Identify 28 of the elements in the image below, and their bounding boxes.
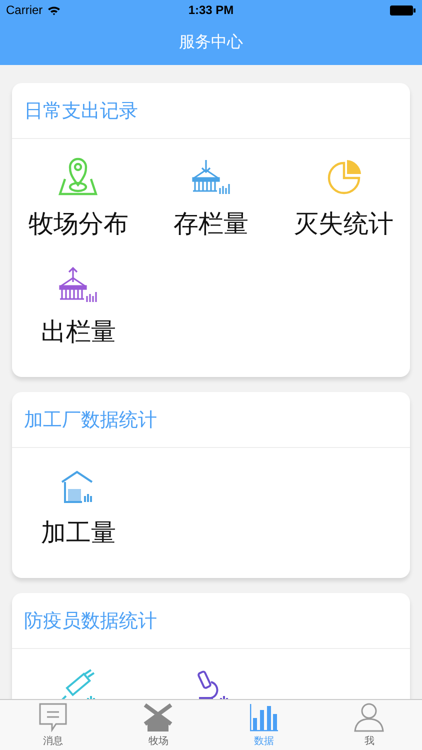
battery-icon	[390, 4, 416, 16]
item-label: 灭失统计	[294, 208, 394, 240]
tab[interactable]: 消息	[0, 700, 106, 750]
item-label: 存栏量	[173, 208, 248, 240]
menu-item[interactable]: 灭失统计	[277, 149, 410, 257]
menu-item[interactable]: 存栏量	[144, 149, 278, 257]
menu-item[interactable]: 出栏量	[12, 257, 145, 365]
bar-chart-icon	[248, 702, 279, 732]
item-label: 牧场分布	[28, 208, 128, 240]
windmill-icon	[143, 702, 174, 732]
tab[interactable]: 牧场	[106, 700, 211, 750]
item-label: 加工量	[40, 517, 116, 549]
clock-text: 1:33 PM	[188, 3, 234, 17]
pen-out-arrow-icon	[58, 265, 98, 305]
tab[interactable]: 我	[316, 700, 422, 750]
person-icon	[354, 702, 384, 732]
nav-title: 服务中心	[179, 32, 243, 53]
carrier-text: Carrier	[6, 3, 43, 17]
message-icon	[38, 702, 68, 732]
item-label: 出栏量	[40, 316, 116, 348]
section-title: 日常支出记录	[24, 98, 138, 124]
section-title: 加工厂数据统计	[24, 408, 157, 432]
section-title: 防疫员数据统计	[24, 608, 157, 634]
menu-item[interactable]: 牧场分布	[12, 149, 145, 257]
map-pin-icon	[56, 157, 100, 197]
wifi-icon	[46, 4, 61, 16]
pen-in-arrow-icon	[190, 157, 231, 197]
menu-item[interactable]: 加工量	[12, 458, 145, 566]
